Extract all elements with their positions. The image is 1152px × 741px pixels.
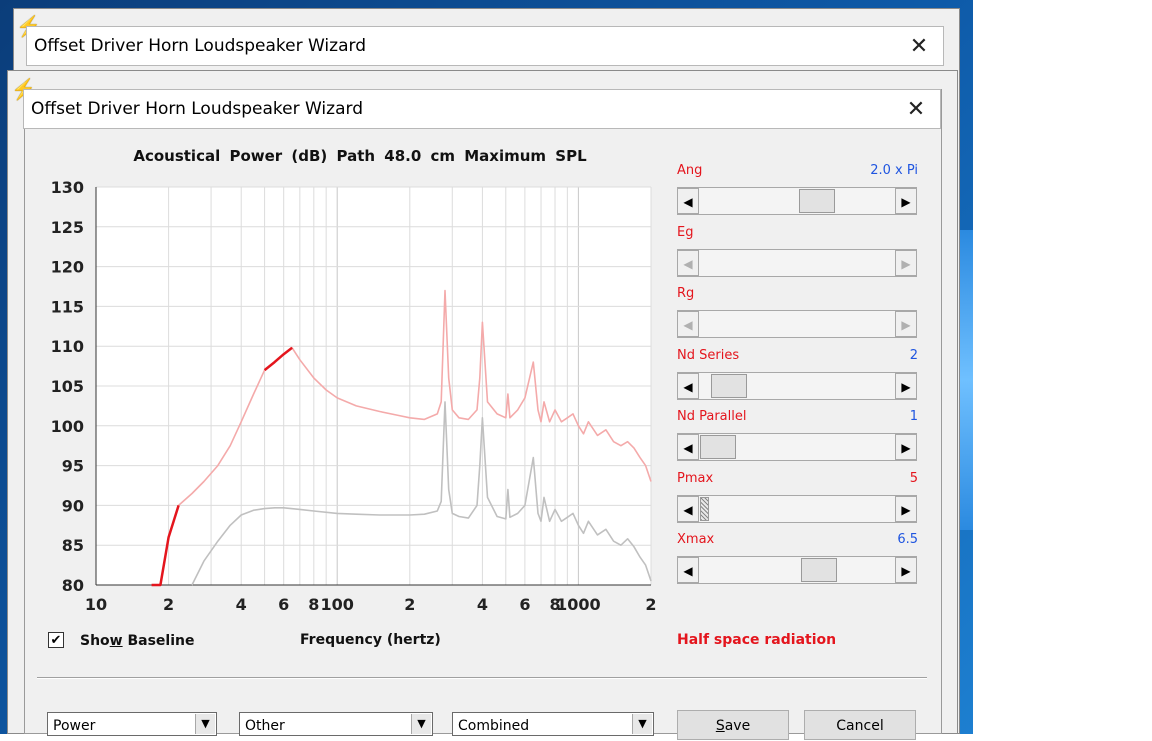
combo-combined[interactable]: Combined ▼ xyxy=(452,712,654,736)
scroll-thumb[interactable] xyxy=(700,496,709,521)
x-axis-label: Frequency (hertz) xyxy=(300,632,441,648)
scroll-right-arrow-icon[interactable]: ▶ xyxy=(895,434,917,460)
x-tick-label: 2 xyxy=(163,595,174,614)
control-scrollbar[interactable]: ◀ ▶ xyxy=(677,494,917,523)
spl-chart: 1301251201151101051009590858010 2 4 6 8 100 2 4… xyxy=(51,178,657,614)
scroll-left-arrow-icon[interactable]: ◀ xyxy=(677,188,699,214)
radiation-mode-text: Half space radiation xyxy=(677,632,837,648)
control-scrollbar[interactable]: ◀ ▶ xyxy=(677,433,917,461)
scroll-thumb[interactable] xyxy=(711,373,748,398)
scroll-right-arrow-icon[interactable]: ▶ xyxy=(895,372,917,399)
control-value: 1 xyxy=(909,409,918,424)
x-tick-label: 6 xyxy=(278,595,289,614)
x-tick-label: 10 xyxy=(85,595,107,614)
y-tick-label: 110 xyxy=(51,337,84,356)
show-baseline-checkbox[interactable]: ✔ xyxy=(48,632,64,648)
x-tick-label: 4 xyxy=(236,595,247,614)
y-tick-label: 120 xyxy=(51,258,84,277)
cancel-button[interactable]: Cancel xyxy=(804,710,916,740)
y-tick-label: 85 xyxy=(62,536,84,555)
control-label: Eg xyxy=(677,224,694,240)
scroll-right-arrow-icon[interactable]: ▶ xyxy=(895,188,917,214)
y-tick-label: 90 xyxy=(62,496,84,515)
x-tick-label: 2 xyxy=(645,595,656,614)
save-button[interactable]: Save xyxy=(677,710,789,740)
control-scrollbar: ◀ ▶ xyxy=(677,248,917,277)
x-tick-label: 8 xyxy=(308,595,319,614)
scroll-left-arrow-icon[interactable]: ◀ xyxy=(677,434,699,460)
x-tick-label: 4 xyxy=(477,595,488,614)
scroll-right-arrow-icon[interactable]: ▶ xyxy=(895,557,917,583)
control-scrollbar[interactable]: ◀ ▶ xyxy=(677,371,917,400)
control-value: 5 xyxy=(909,470,918,486)
control-scrollbar[interactable]: ◀ ▶ xyxy=(677,556,917,584)
y-tick-label: 95 xyxy=(62,457,84,476)
control-label: Rg xyxy=(677,286,695,301)
x-tick-label: 1000 xyxy=(556,595,601,614)
scroll-left-arrow-icon: ◀ xyxy=(677,311,699,337)
control-value: 6.5 xyxy=(897,532,918,547)
combo-other[interactable]: Other ▼ xyxy=(239,712,433,736)
control-scrollbar: ◀ ▶ xyxy=(677,310,917,338)
control-value: 2 xyxy=(909,347,918,363)
separator xyxy=(37,677,927,679)
x-tick-label: 2 xyxy=(404,595,415,614)
chevron-down-icon[interactable]: ▼ xyxy=(411,714,431,734)
control-label: Ang xyxy=(677,163,703,178)
y-tick-label: 105 xyxy=(51,377,84,396)
scroll-left-arrow-icon[interactable]: ◀ xyxy=(677,372,699,399)
combo-power[interactable]: Power ▼ xyxy=(47,712,217,736)
scroll-right-arrow-icon: ▶ xyxy=(895,311,917,337)
scroll-thumb[interactable] xyxy=(799,189,836,213)
scroll-left-arrow-icon: ◀ xyxy=(677,249,699,276)
scroll-right-arrow-icon[interactable]: ▶ xyxy=(895,495,917,522)
y-tick-label: 100 xyxy=(51,417,84,436)
show-baseline-label[interactable]: Show Baseline xyxy=(80,633,195,649)
y-tick-label: 125 xyxy=(51,218,84,237)
control-label: Nd Series xyxy=(677,347,740,363)
x-tick-label: 6 xyxy=(519,595,530,614)
control-label: Pmax xyxy=(677,470,714,486)
control-label: Nd Parallel xyxy=(677,409,747,424)
control-value: 2.0 x Pi xyxy=(870,163,918,178)
y-tick-label: 80 xyxy=(62,576,84,595)
x-tick-label: 100 xyxy=(320,595,353,614)
scroll-right-arrow-icon: ▶ xyxy=(895,249,917,276)
control-scrollbar[interactable]: ◀ ▶ xyxy=(677,187,917,215)
scroll-left-arrow-icon[interactable]: ◀ xyxy=(677,495,699,522)
scroll-thumb[interactable] xyxy=(700,435,736,459)
y-tick-label: 115 xyxy=(51,297,84,316)
chevron-down-icon[interactable]: ▼ xyxy=(195,714,215,734)
y-tick-label: 130 xyxy=(51,178,84,197)
scroll-thumb[interactable] xyxy=(800,558,837,582)
scroll-left-arrow-icon[interactable]: ◀ xyxy=(677,557,699,583)
chevron-down-icon[interactable]: ▼ xyxy=(632,714,652,734)
control-label: Xmax xyxy=(677,532,715,547)
